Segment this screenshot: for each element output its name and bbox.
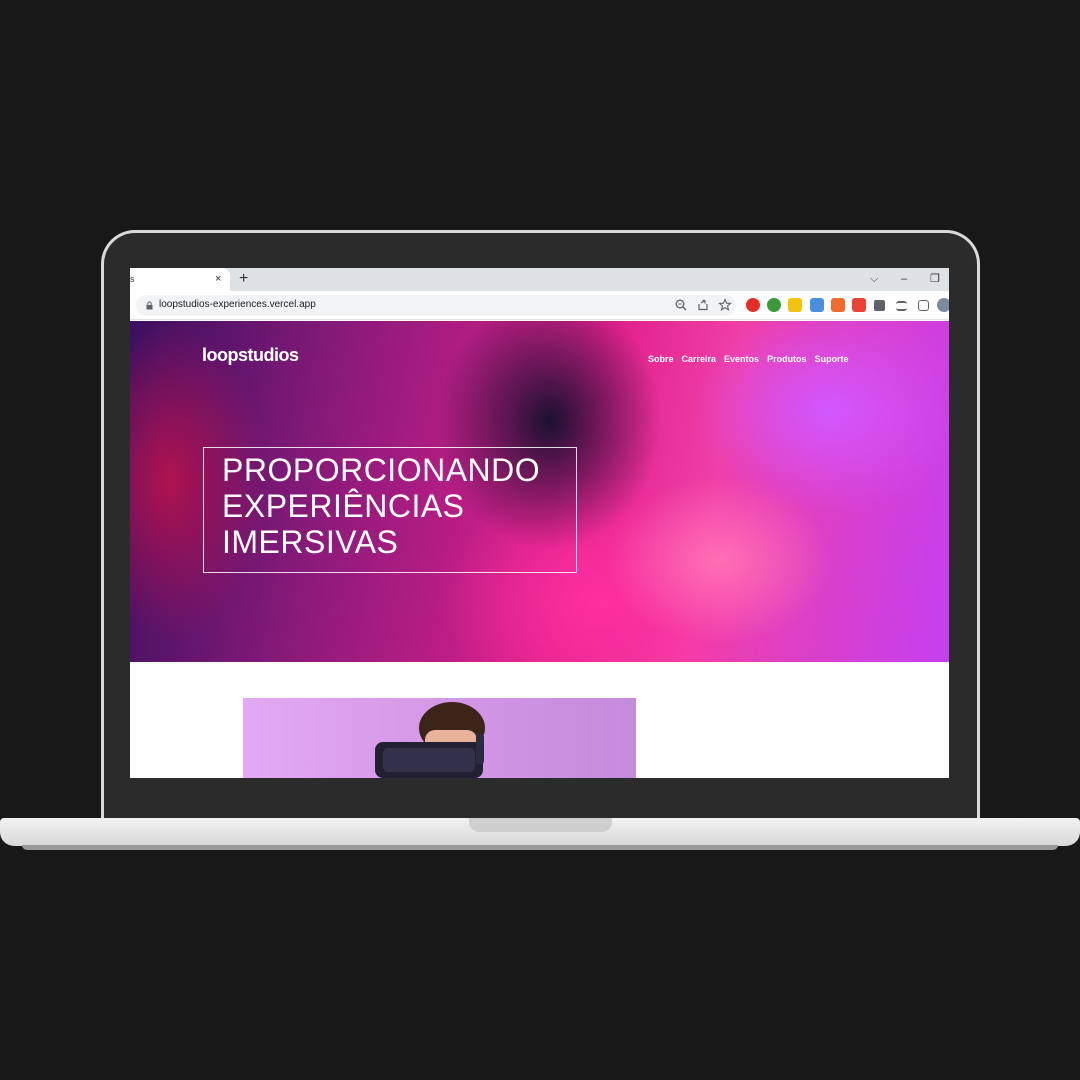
globe-extension-icon[interactable] <box>767 298 781 312</box>
hero-heading-line-3: IMERSIVAS <box>222 524 399 560</box>
feature-image <box>243 698 636 778</box>
laptop-screen: s × + ⌵ – ❐ loopstudios-experiences.verc… <box>130 268 949 778</box>
opera-extension-icon[interactable] <box>746 298 760 312</box>
browser-tab[interactable]: s × <box>130 268 230 291</box>
hero-heading-box: PROPORCIONANDO EXPERIÊNCIAS IMERSIVAS <box>203 447 577 573</box>
share-icon[interactable] <box>696 298 710 312</box>
tab-search-icon[interactable]: ⌵ <box>870 272 878 286</box>
restore-button[interactable]: ❐ <box>930 272 940 286</box>
tab-close-icon[interactable]: × <box>215 272 221 286</box>
laptop-base-shadow <box>22 845 1058 850</box>
reading-list-icon[interactable] <box>896 301 907 311</box>
new-tab-button[interactable]: + <box>239 270 248 288</box>
puzzle-extensions-icon[interactable] <box>874 300 885 311</box>
rocket-extension-icon[interactable] <box>831 298 845 312</box>
record-extension-icon[interactable] <box>852 298 866 312</box>
hero-heading-line-1: PROPORCIONANDO <box>222 452 541 488</box>
nav-link-produtos[interactable]: Produtos <box>767 354 807 364</box>
side-panel-icon[interactable] <box>918 300 929 311</box>
laptop-notch <box>469 818 612 832</box>
url-text: loopstudios-experiences.vercel.app <box>159 299 316 310</box>
vr-person-illustration <box>375 702 485 778</box>
browser-toolbar: loopstudios-experiences.vercel.app <box>130 291 949 320</box>
nav-link-carreira[interactable]: Carreira <box>682 354 717 364</box>
nav-link-suporte[interactable]: Suporte <box>815 354 849 364</box>
zoom-icon[interactable] <box>674 298 688 312</box>
hero-section: loopstudios Sobre Carreira Eventos Produtos… <box>130 321 949 662</box>
site-logo[interactable]: loopstudios <box>202 345 299 366</box>
document-extension-icon[interactable] <box>810 298 824 312</box>
address-bar[interactable]: loopstudios-experiences.vercel.app <box>136 295 736 316</box>
main-nav: Sobre Carreira Eventos Produtos Suporte <box>648 349 857 367</box>
tab-title: s <box>130 274 135 284</box>
nav-link-sobre[interactable]: Sobre <box>648 354 674 364</box>
nav-link-eventos[interactable]: Eventos <box>724 354 759 364</box>
profile-avatar[interactable] <box>937 298 949 312</box>
lock-icon <box>146 301 153 310</box>
hero-heading-line-2: EXPERIÊNCIAS <box>222 488 465 524</box>
minimize-button[interactable]: – <box>901 272 907 286</box>
browser-tabstrip: s × + ⌵ – ❐ <box>130 268 949 291</box>
shield-extension-icon[interactable] <box>788 298 802 312</box>
bookmark-star-icon[interactable] <box>718 298 732 312</box>
